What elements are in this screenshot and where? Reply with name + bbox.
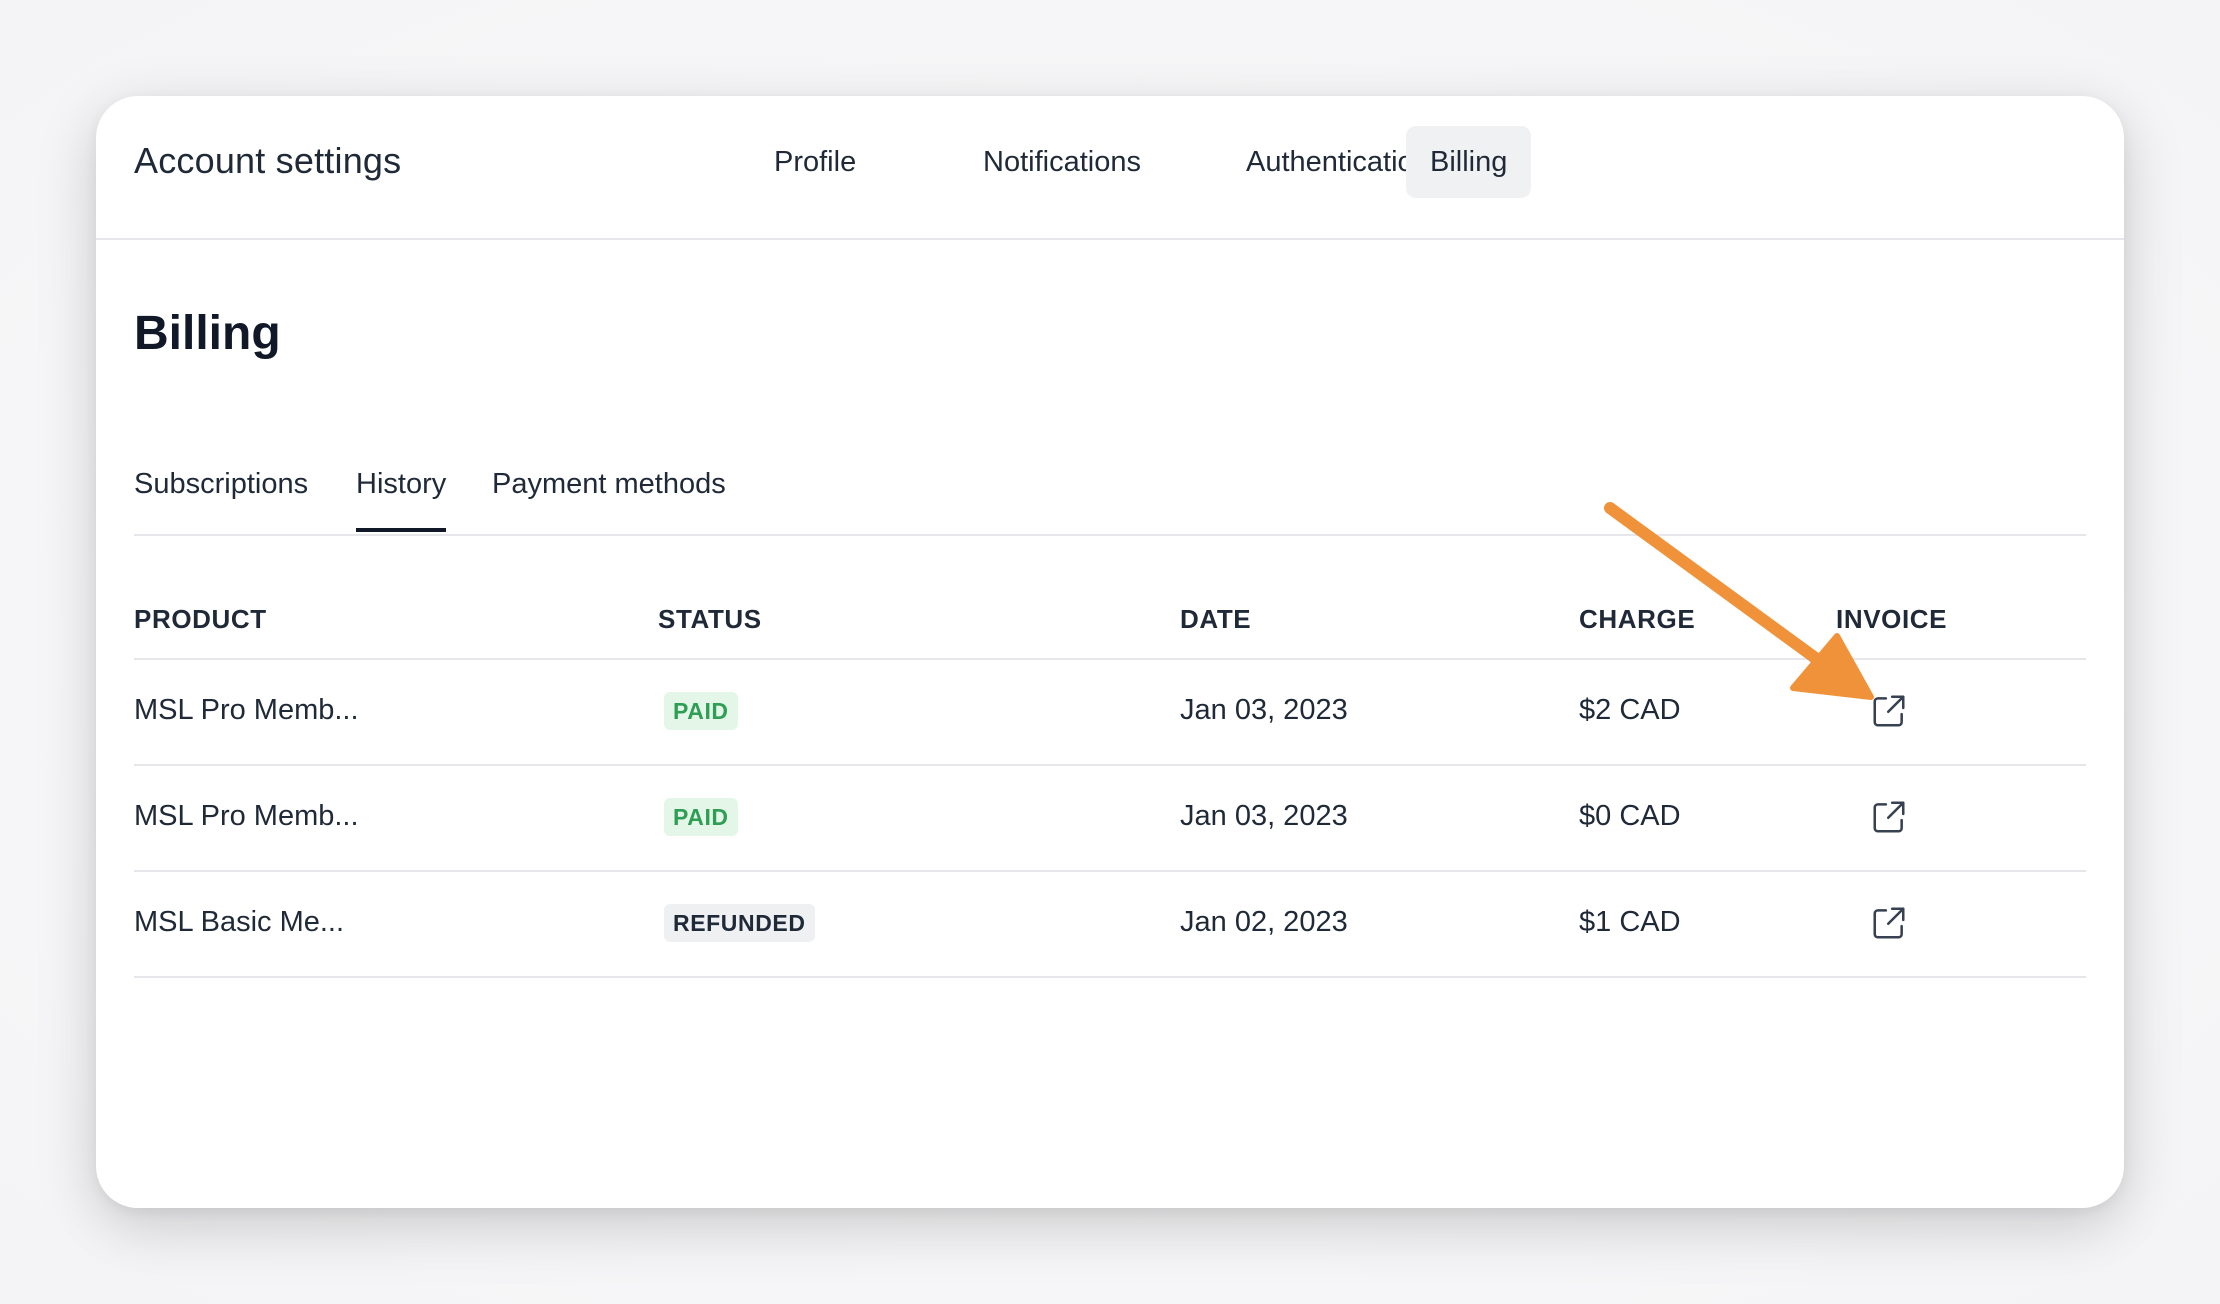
date-cell: Jan 03, 2023 (1180, 800, 1348, 832)
date-cell: Jan 03, 2023 (1180, 694, 1348, 726)
product-cell: MSL Pro Memb... (134, 800, 359, 832)
settings-card: Account settings Profile Notifications A… (96, 96, 2124, 1208)
page-title: Billing (134, 307, 281, 360)
tab-billing[interactable]: Billing (1406, 126, 1532, 198)
subtab-history[interactable]: History (356, 468, 447, 532)
billing-history-table: PRODUCT STATUS DATE CHARGE INVOICE MSL P… (134, 598, 2086, 978)
charge-cell: $2 CAD (1579, 694, 1681, 726)
charge-cell: $0 CAD (1579, 800, 1681, 832)
screenshot-stage: Account settings Profile Notifications A… (0, 0, 2220, 1304)
table-row: MSL Basic Me... REFUNDED Jan 02, 2023 $1… (134, 872, 2086, 978)
product-cell: MSL Basic Me... (134, 906, 345, 938)
status-badge: REFUNDED (664, 904, 815, 942)
charge-cell: $1 CAD (1579, 906, 1681, 938)
table-row: MSL Pro Memb... PAID Jan 03, 2023 $2 CAD (134, 660, 2086, 766)
column-header-date: DATE (1180, 604, 1252, 634)
tab-profile[interactable]: Profile (750, 126, 880, 198)
subtab-payment-methods[interactable]: Payment methods (492, 468, 726, 530)
top-navigation-bar: Account settings Profile Notifications A… (96, 96, 2124, 240)
app-title: Account settings (134, 140, 402, 181)
column-header-status: STATUS (658, 604, 762, 634)
status-badge: PAID (664, 798, 738, 836)
external-link-icon[interactable] (1870, 798, 1908, 836)
column-header-product: PRODUCT (134, 604, 267, 634)
tab-notifications[interactable]: Notifications (959, 126, 1165, 198)
table-header: PRODUCT STATUS DATE CHARGE INVOICE (134, 598, 2086, 660)
product-cell: MSL Pro Memb... (134, 694, 359, 726)
external-link-icon[interactable] (1870, 692, 1908, 730)
column-header-invoice: INVOICE (1836, 604, 1948, 634)
date-cell: Jan 02, 2023 (1180, 906, 1348, 938)
status-badge: PAID (664, 692, 738, 730)
billing-subtabs: Subscriptions History Payment methods (134, 468, 2086, 536)
table-row: MSL Pro Memb... PAID Jan 03, 2023 $0 CAD (134, 766, 2086, 872)
column-header-charge: CHARGE (1579, 604, 1696, 634)
subtab-subscriptions[interactable]: Subscriptions (134, 468, 308, 530)
external-link-icon[interactable] (1870, 904, 1908, 942)
